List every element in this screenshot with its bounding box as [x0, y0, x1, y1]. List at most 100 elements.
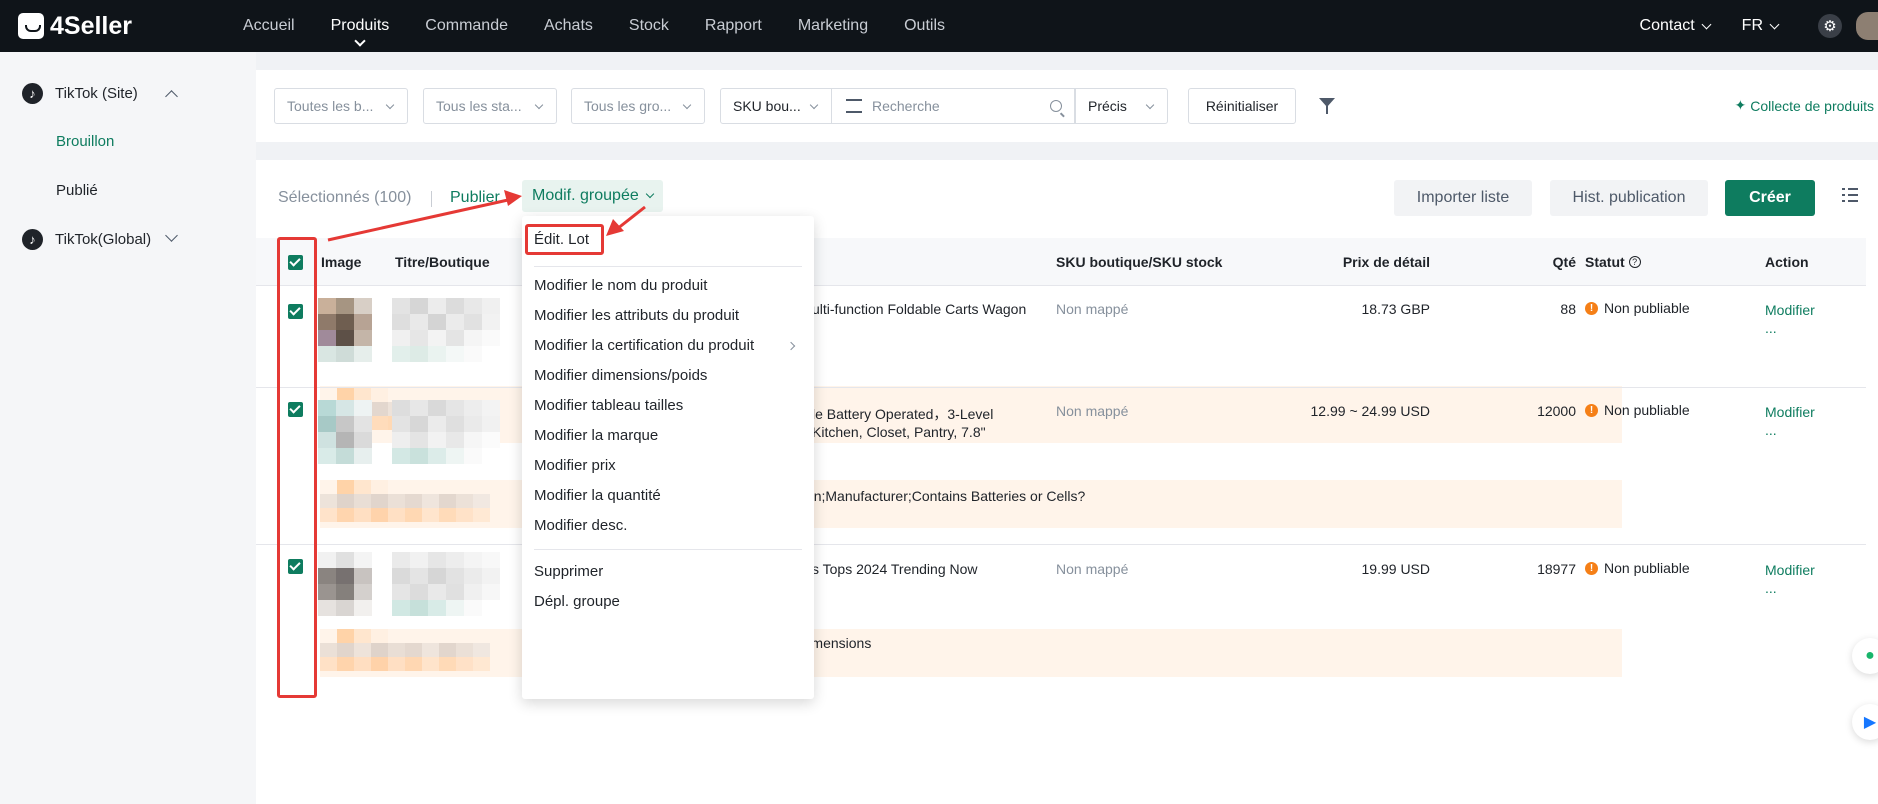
shop-select[interactable]: Toutes les b...	[274, 88, 408, 124]
sidebar-item-brouillon[interactable]: Brouillon	[0, 117, 256, 166]
top-right-controls: Contact FR ⚙	[1640, 0, 1878, 52]
nav-item-accueil[interactable]: Accueil	[243, 0, 295, 52]
sku-type-select[interactable]: SKU bou...	[720, 88, 832, 124]
menu-item-move-group[interactable]: Dépl. groupe	[534, 593, 620, 610]
chevron-down-icon	[1769, 19, 1780, 29]
modify-link[interactable]: Modifier	[1765, 301, 1815, 319]
question-circle-icon[interactable]: ?	[1628, 256, 1641, 268]
row-divider	[256, 387, 1866, 388]
blurred-title	[392, 552, 500, 616]
product-title: ulti-function Foldable Carts Wagon	[812, 301, 1027, 317]
column-header-sku: SKU boutique/SKU stock	[1056, 254, 1223, 270]
nav-item-stock[interactable]: Stock	[629, 0, 669, 52]
chevron-down-icon	[385, 100, 395, 110]
menu-item-modify-quantity[interactable]: Modifier la quantité	[534, 487, 661, 504]
collect-products-label: Collecte de produits	[1750, 97, 1874, 114]
modify-link[interactable]: Modifier	[1765, 403, 1815, 421]
nav-item-marketing[interactable]: Marketing	[798, 0, 868, 52]
chevron-down-icon	[682, 100, 692, 110]
row-divider	[256, 544, 1866, 545]
more-actions[interactable]: ...	[1765, 421, 1777, 439]
search-icon[interactable]	[1050, 100, 1062, 112]
column-header-image: Image	[321, 254, 362, 270]
column-header-status: Statut?	[1585, 254, 1641, 270]
menu-item-modify-certification[interactable]: Modifier la certification du produit	[534, 337, 754, 354]
retail-price: 19.99 USD	[1361, 561, 1430, 577]
annotation-highlight-edit-lot	[525, 224, 604, 255]
column-header-qty: Qté	[1552, 254, 1576, 270]
column-header-action: Action	[1765, 254, 1809, 270]
status-badge: ! Non publiable	[1585, 560, 1690, 576]
sidebar-group-tiktok-site[interactable]: ♪ TikTok (Site)	[0, 69, 256, 117]
menu-item-delete[interactable]: Supprimer	[534, 563, 603, 580]
error-banner: terials;Region Of Origin;Manufacturer;Co…	[320, 480, 1622, 528]
menu-item-modify-dimensions[interactable]: Modifier dimensions/poids	[534, 367, 707, 384]
blurred-banner-text	[320, 480, 490, 522]
nav-item-rapport[interactable]: Rapport	[705, 0, 762, 52]
column-header-title: Titre/Boutique	[395, 254, 490, 270]
menu-item-modify-brand[interactable]: Modifier la marque	[534, 427, 658, 444]
menu-divider	[534, 266, 802, 267]
search-input[interactable]	[872, 98, 1042, 114]
menu-item-modify-description[interactable]: Modifier desc.	[534, 517, 627, 534]
product-title-line2: Kitchen, Closet, Pantry, 7.8"	[812, 424, 986, 440]
menu-item-modify-name[interactable]: Modifier le nom du produit	[534, 277, 707, 294]
sidebar-group-label: TikTok (Site)	[55, 84, 138, 102]
nav-item-outils[interactable]: Outils	[904, 0, 945, 52]
sidebar: ♪ TikTok (Site) Brouillon Publié ♪ TikTo…	[0, 52, 256, 804]
blurred-title	[392, 400, 500, 464]
avatar[interactable]	[1856, 12, 1878, 40]
chevron-down-icon	[809, 100, 819, 110]
retail-price: 18.73 GBP	[1361, 301, 1431, 317]
more-actions[interactable]: ...	[1765, 319, 1777, 337]
tiktok-icon: ♪	[22, 82, 43, 104]
contact-menu[interactable]: Contact	[1639, 17, 1712, 35]
publish-history-button[interactable]: Hist. publication	[1550, 180, 1708, 216]
batch-edit-button[interactable]: Modif. groupée	[522, 180, 663, 212]
status-select-value: Tous les sta...	[436, 98, 522, 114]
collect-products-link[interactable]: ✦ Collecte de produits	[1735, 97, 1874, 114]
group-select[interactable]: Tous les gro...	[571, 88, 705, 124]
menu-item-modify-size-chart[interactable]: Modifier tableau tailles	[534, 397, 683, 414]
contact-label: Contact	[1639, 17, 1695, 34]
menu-item-modify-attributes[interactable]: Modifier les attributs du produit	[534, 307, 739, 324]
sidebar-group-tiktok-global[interactable]: ♪ TikTok(Global)	[0, 215, 256, 263]
table-header: Image Titre/Boutique SKU boutique/SKU st…	[256, 238, 1866, 286]
status-text: Non publiable	[1604, 560, 1690, 576]
nav-item-produits[interactable]: Produits	[331, 0, 390, 52]
annotation-highlight-checkboxes	[277, 237, 317, 698]
search-field[interactable]	[832, 88, 1075, 124]
nav-item-commande[interactable]: Commande	[425, 0, 508, 52]
quantity: 88	[1560, 301, 1576, 317]
app-logo[interactable]: 4Seller	[18, 12, 208, 41]
gear-icon[interactable]: ⚙	[1818, 14, 1842, 38]
tiktok-icon: ♪	[22, 228, 43, 250]
column-settings-icon[interactable]	[1842, 188, 1858, 202]
chevron-down-icon	[645, 189, 654, 199]
status-select[interactable]: Tous les sta...	[423, 88, 557, 124]
product-image[interactable]	[318, 552, 372, 616]
selected-count: Sélectionnés (100)	[278, 189, 412, 206]
more-actions[interactable]: ...	[1765, 579, 1777, 597]
product-image[interactable]	[318, 400, 372, 464]
menu-item-modify-price[interactable]: Modifier prix	[534, 457, 616, 474]
language-menu[interactable]: FR	[1742, 17, 1780, 35]
funnel-icon[interactable]	[1319, 98, 1335, 114]
menu-divider	[534, 549, 802, 550]
batch-edit-label: Modif. groupée	[532, 187, 639, 204]
publish-button[interactable]: Publier	[450, 189, 500, 207]
sidebar-item-publie[interactable]: Publié	[0, 166, 256, 215]
app-logo-text: 4Seller	[50, 11, 133, 40]
sparkle-icon: ✦	[1734, 97, 1747, 113]
product-image[interactable]	[318, 298, 372, 362]
nav-item-achats[interactable]: Achats	[544, 0, 593, 52]
import-list-button[interactable]: Importer liste	[1394, 180, 1532, 216]
create-button[interactable]: Créer	[1725, 180, 1815, 216]
blurred-title	[392, 298, 500, 362]
match-select-value: Précis	[1088, 98, 1127, 114]
reset-button[interactable]: Réinitialiser	[1188, 88, 1296, 124]
status-header-label: Statut	[1585, 254, 1625, 270]
match-select[interactable]: Précis	[1075, 88, 1168, 124]
modify-link[interactable]: Modifier	[1765, 561, 1815, 579]
sku-mapping: Non mappé	[1056, 561, 1129, 577]
